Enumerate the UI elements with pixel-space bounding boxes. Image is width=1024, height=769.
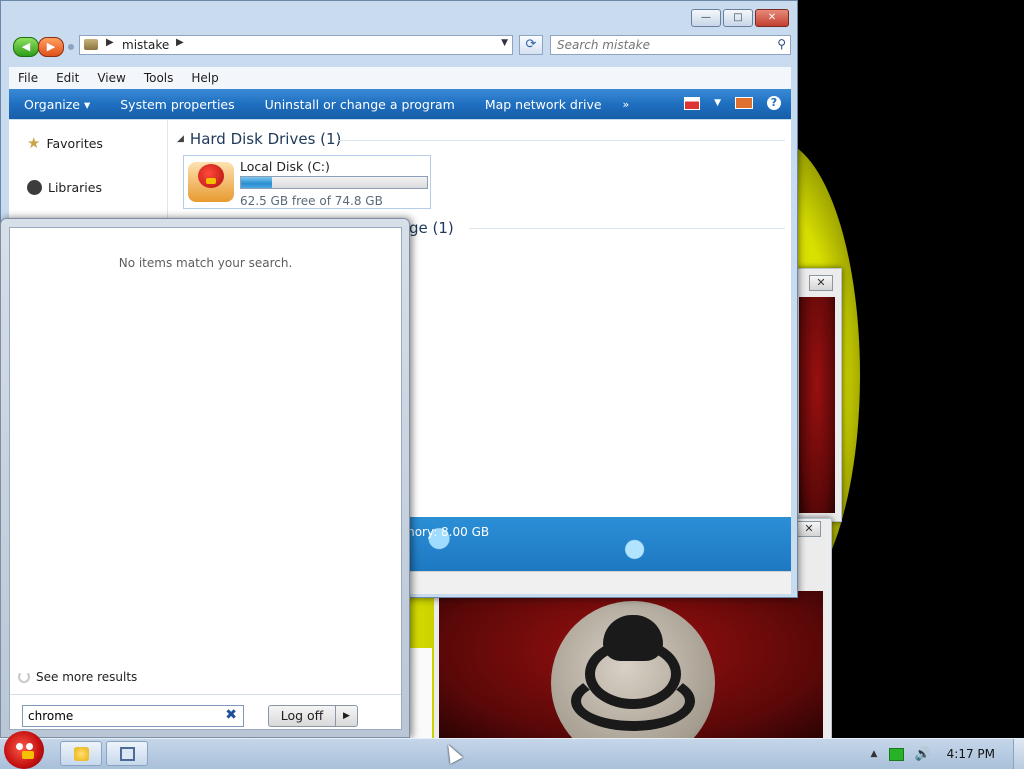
menu-view[interactable]: View <box>88 71 134 85</box>
clear-search-icon[interactable]: ✖ <box>225 707 237 723</box>
background-window-image <box>799 297 835 513</box>
group-header-removable-storage[interactable]: ge (1) <box>409 219 454 237</box>
address-bar[interactable]: ▶ mistake ▶ ▼ <box>79 35 513 55</box>
network-icon[interactable] <box>889 747 905 761</box>
organize-button[interactable]: Organize ▾ <box>9 97 105 112</box>
command-bar: Organize ▾ System properties Uninstall o… <box>9 89 791 119</box>
nav-item-favorites[interactable]: ★ Favorites <box>27 134 103 152</box>
collapse-triangle-icon[interactable]: ◢ <box>177 134 184 144</box>
shutdown-options-arrow-icon[interactable]: ▶ <box>336 705 358 727</box>
group-header-hard-disk[interactable]: ◢ Hard Disk Drives (1) <box>177 130 341 148</box>
window-switch-icon <box>120 747 135 761</box>
drive-usage-fill <box>241 177 272 188</box>
hard-drive-icon <box>188 162 234 202</box>
libraries-icon <box>27 180 42 195</box>
uninstall-program-button[interactable]: Uninstall or change a program <box>250 97 470 112</box>
start-menu: No items match your search. See more res… <box>0 218 410 738</box>
window-caption-buttons: — □ ✕ <box>691 9 789 27</box>
view-dropdown-icon[interactable]: ▼ <box>714 98 721 108</box>
computer-icon <box>84 39 98 50</box>
group-divider <box>339 140 785 141</box>
start-search-input[interactable] <box>28 708 218 724</box>
see-more-results-link[interactable]: See more results <box>18 670 137 684</box>
search-results-pane: No items match your search. See more res… <box>9 227 402 730</box>
start-button[interactable] <box>4 731 44 769</box>
breadcrumb-chevron-icon[interactable]: ▶ <box>176 37 184 48</box>
address-dropdown-icon[interactable]: ▼ <box>501 38 508 48</box>
menu-bar: File Edit View Tools Help <box>9 67 791 90</box>
drive-usage-bar <box>240 176 428 189</box>
hydra-emblem-icon <box>551 601 715 739</box>
preview-pane-icon[interactable] <box>735 97 753 109</box>
volume-icon[interactable]: 🔊 <box>914 747 930 762</box>
taskbar-explorer-button[interactable] <box>60 741 102 766</box>
no-results-message: No items match your search. <box>118 256 293 270</box>
navigation-row: ◀ ▶ ▶ mistake ▶ ▼ ⟳ ⚲ <box>13 35 791 57</box>
back-button[interactable]: ◀ <box>13 37 39 57</box>
taskbar-window-switch-button[interactable] <box>106 741 148 766</box>
hydra-wallpaper-image <box>439 591 823 739</box>
forward-button[interactable]: ▶ <box>38 37 64 57</box>
hydra-window-close-button[interactable]: ✕ <box>797 521 821 537</box>
maximize-button[interactable]: □ <box>723 9 753 27</box>
taskbar: ▲ 🔊 4:17 PM <box>0 731 1024 769</box>
explorer-icon <box>74 747 89 761</box>
menu-tools[interactable]: Tools <box>135 71 183 85</box>
drive-tile-local-disk-c[interactable]: Local Disk (C:) 62.5 GB free of 74.8 GB <box>183 155 431 209</box>
group-divider <box>469 228 785 229</box>
start-search-box[interactable]: ✖ <box>22 705 244 727</box>
minimize-button[interactable]: — <box>691 9 721 27</box>
nav-item-libraries[interactable]: Libraries <box>27 180 102 195</box>
close-button[interactable]: ✕ <box>755 9 789 27</box>
search-progress-icon <box>18 671 30 683</box>
change-view-icon[interactable] <box>684 96 701 110</box>
search-icon[interactable]: ⚲ <box>777 37 786 51</box>
menu-file[interactable]: File <box>9 71 47 85</box>
clock[interactable]: 4:17 PM <box>947 747 995 761</box>
menu-edit[interactable]: Edit <box>47 71 88 85</box>
drive-free-space: 62.5 GB free of 74.8 GB <box>240 194 383 208</box>
background-window-close-button[interactable]: ✕ <box>809 275 833 291</box>
search-box[interactable]: ⚲ <box>550 35 791 55</box>
drive-name: Local Disk (C:) <box>240 159 330 174</box>
help-icon[interactable]: ? <box>767 96 781 110</box>
desktop-wallpaper-strip-white <box>408 648 432 738</box>
memory-info: mory: 8.00 GB <box>403 525 490 539</box>
map-network-drive-button[interactable]: Map network drive <box>470 97 617 112</box>
recent-pages-dropdown[interactable] <box>68 44 74 50</box>
background-window-top[interactable]: ✕ <box>796 268 842 522</box>
notification-area: ▲ 🔊 4:17 PM <box>871 739 1024 769</box>
breadcrumb-item[interactable]: mistake <box>122 38 169 52</box>
separator <box>10 694 401 695</box>
breadcrumb-chevron-icon[interactable]: ▶ <box>106 37 114 48</box>
show-hidden-icons-icon[interactable]: ▲ <box>871 749 878 759</box>
log-off-button[interactable]: Log off <box>268 705 336 727</box>
search-input[interactable] <box>557 37 767 53</box>
more-commands-button[interactable]: » <box>617 98 636 111</box>
system-properties-button[interactable]: System properties <box>105 97 249 112</box>
show-desktop-button[interactable] <box>1013 739 1024 769</box>
menu-help[interactable]: Help <box>182 71 227 85</box>
star-icon: ★ <box>27 134 41 152</box>
refresh-button[interactable]: ⟳ <box>519 35 543 55</box>
